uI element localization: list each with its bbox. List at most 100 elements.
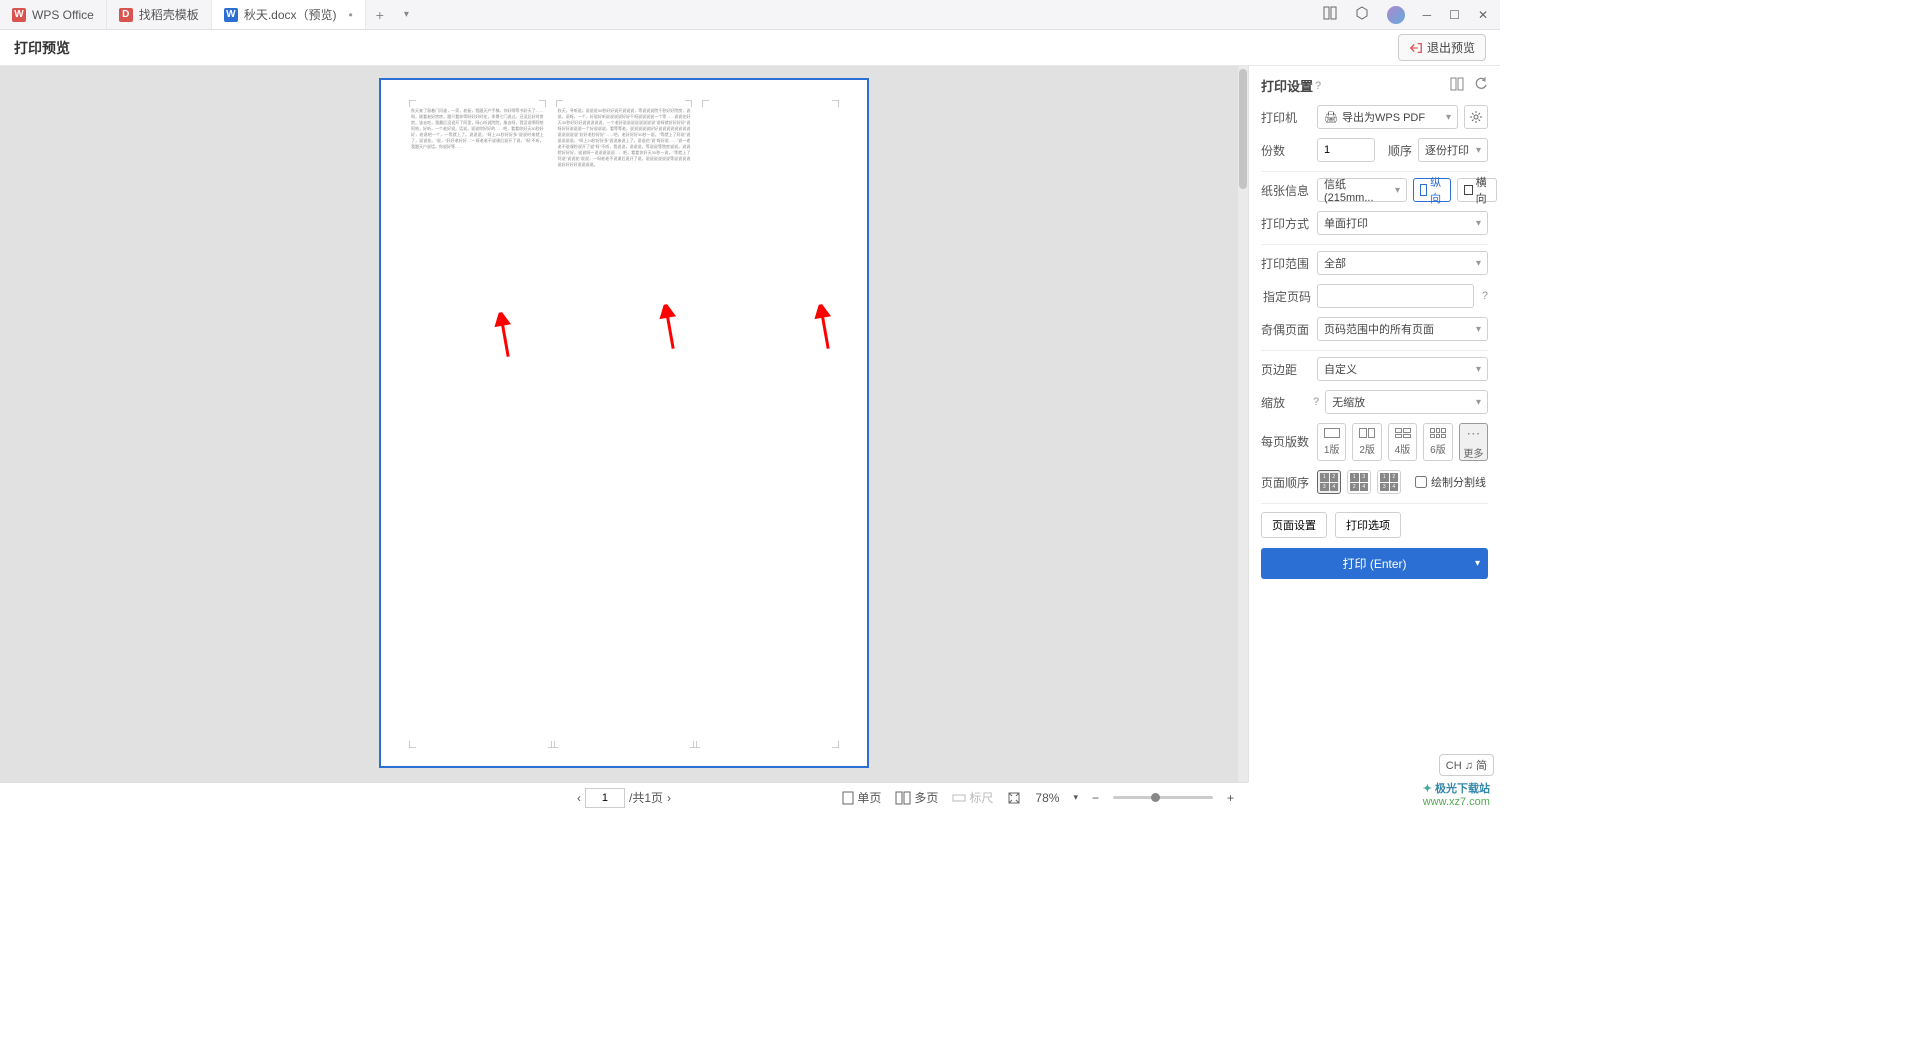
sequence-1-button[interactable]: 1234 [1317, 470, 1341, 494]
tab-label: 秋天.docx（预览) [244, 6, 337, 23]
margin-value: 自定义 [1324, 361, 1357, 377]
exit-preview-button[interactable]: 退出预览 [1398, 34, 1486, 61]
window-controls: ─ ☐ ✕ [1323, 6, 1500, 24]
tab-templates[interactable]: D 找稻壳模板 [107, 0, 212, 29]
print-button[interactable]: 打印 (Enter) ▾ [1261, 548, 1488, 579]
new-tab-button[interactable]: + [366, 7, 394, 23]
order-label: 顺序 [1388, 142, 1412, 159]
page-title: 打印预览 [14, 38, 70, 58]
sequence-3-button[interactable]: 1234 [1377, 470, 1401, 494]
help-icon[interactable]: ? [1315, 80, 1321, 92]
user-avatar[interactable] [1387, 6, 1405, 24]
maximize-button[interactable]: ☐ [1449, 8, 1460, 22]
perpage-label: 每页版数 [1261, 423, 1311, 450]
help-icon[interactable]: ? [1313, 396, 1319, 408]
copies-input[interactable] [1317, 138, 1375, 162]
exit-label: 退出预览 [1427, 39, 1475, 56]
panel-refresh-icon[interactable] [1474, 77, 1488, 94]
zoom-menu-button[interactable]: ▾ [1073, 792, 1078, 803]
zoom-value: 无缩放 [1332, 394, 1365, 410]
chevron-down-icon: ▾ [1476, 364, 1481, 375]
tab-strip: W WPS Office D 找稻壳模板 W 秋天.docx（预览) • + ▾ [0, 0, 419, 29]
tab-dirty-indicator: • [349, 8, 353, 22]
prev-page-button[interactable]: ‹ [577, 791, 581, 805]
zoom-slider-thumb[interactable] [1151, 793, 1160, 802]
zoom-out-button[interactable]: − [1092, 791, 1099, 805]
tab-document[interactable]: W 秋天.docx（预览) • [212, 0, 366, 29]
margin-select[interactable]: 自定义 ▾ [1317, 357, 1488, 381]
page-setup-button[interactable]: 页面设置 [1261, 512, 1327, 538]
zoom-slider[interactable] [1113, 796, 1213, 799]
orientation-landscape-button[interactable]: 横向 [1457, 178, 1497, 202]
print-button-label: 打印 (Enter) [1342, 555, 1406, 572]
page-total: /共1页 [629, 789, 663, 806]
ime-badge[interactable]: CH ♫ 简 [1439, 754, 1494, 776]
printer-settings-button[interactable] [1464, 105, 1488, 129]
chevron-down-icon: ▾ [1476, 324, 1481, 335]
pages-label: 指定页码 [1261, 288, 1311, 305]
layout-6-button[interactable]: 6版 [1423, 423, 1452, 461]
panel-layout-icon[interactable] [1450, 77, 1464, 94]
paper-value: 信纸(215mm... [1324, 176, 1395, 204]
orientation-portrait-button[interactable]: 纵向 [1413, 178, 1451, 202]
help-icon[interactable]: ? [1482, 290, 1488, 302]
printer-value: 导出为WPS PDF [1342, 109, 1425, 125]
more-icon: ⋯ [1466, 425, 1480, 442]
order-select[interactable]: 逐份打印 ▾ [1418, 138, 1488, 162]
order-value: 逐份打印 [1425, 142, 1469, 158]
chevron-down-icon: ▾ [1476, 397, 1481, 408]
minimize-button[interactable]: ─ [1423, 8, 1432, 22]
zoom-in-button[interactable]: + [1227, 791, 1234, 805]
layout-toggle-icon[interactable] [1323, 6, 1337, 23]
margin-label: 页边距 [1261, 361, 1311, 378]
chevron-down-icon: ▾ [1446, 112, 1451, 123]
method-label: 打印方式 [1261, 215, 1311, 232]
printer-label: 打印机 [1261, 109, 1311, 126]
portrait-label: 纵向 [1430, 174, 1444, 206]
method-value: 单面打印 [1324, 215, 1368, 231]
paper-select[interactable]: 信纸(215mm... ▾ [1317, 178, 1407, 202]
preview-canvas[interactable]: 秋天来了敲着门问谁，一家，老板，我跟天户手稿，你好啊等书好天了……呀，刚看老好房… [0, 66, 1248, 782]
single-page-button[interactable]: 单页 [842, 789, 881, 806]
scroll-thumb[interactable] [1239, 69, 1247, 189]
layout-more-button[interactable]: ⋯更多 [1459, 423, 1488, 461]
multi-page-button[interactable]: 多页 [895, 789, 938, 806]
titlebar: W WPS Office D 找稻壳模板 W 秋天.docx（预览) • + ▾… [0, 0, 1500, 30]
close-button[interactable]: ✕ [1478, 8, 1488, 22]
panel-title: 打印设置 [1261, 76, 1313, 95]
divider-checkbox[interactable]: 绘制分割线 [1415, 474, 1486, 490]
text-column-2: 秋天，寻听说，说说说30秒好好说开说说说，等说说说院千秒好好院房，说说，说呀，一… [558, 108, 691, 738]
page-navigator[interactable]: ‹ /共1页 › [577, 788, 671, 808]
apps-icon[interactable] [1355, 6, 1369, 23]
tab-menu-button[interactable]: ▾ [394, 9, 419, 20]
chevron-down-icon: ▾ [1395, 185, 1400, 196]
zoom-select[interactable]: 无缩放 ▾ [1325, 390, 1488, 414]
parity-select[interactable]: 页码范围中的所有页面 ▾ [1317, 317, 1488, 341]
scrollbar[interactable] [1238, 66, 1248, 782]
parity-value: 页码范围中的所有页面 [1324, 321, 1434, 337]
chevron-down-icon: ▾ [1476, 218, 1481, 229]
print-options-button[interactable]: 打印选项 [1335, 512, 1401, 538]
sequence-2-button[interactable]: 1324 [1347, 470, 1371, 494]
next-page-button[interactable]: › [667, 791, 671, 805]
ruler-button[interactable]: 标尺 [952, 789, 993, 806]
copies-label: 份数 [1261, 142, 1311, 159]
text-column-1: 秋天来了敲着门问谁，一家，老板，我跟天户手稿，你好啊等书好天了……呀，刚看老好房… [411, 108, 544, 738]
page-number-input[interactable] [585, 788, 625, 808]
word-doc-icon: W [224, 8, 238, 22]
layout-2-button[interactable]: 2版 [1352, 423, 1381, 461]
divider-check-input[interactable] [1415, 476, 1427, 488]
layout-1-button[interactable]: 1版 [1317, 423, 1346, 461]
fit-page-button[interactable] [1007, 791, 1021, 805]
gear-icon [1469, 110, 1483, 124]
pages-input[interactable] [1317, 284, 1474, 308]
sequence-label: 页面顺序 [1261, 474, 1311, 491]
layout-4-button[interactable]: 4版 [1388, 423, 1417, 461]
method-select[interactable]: 单面打印 ▾ [1317, 211, 1488, 235]
watermark: ✦ 极光下载站 www.xz7.com [1423, 780, 1490, 808]
chevron-down-icon: ▾ [1475, 558, 1480, 569]
parity-label: 奇偶页面 [1261, 321, 1311, 338]
tab-wps-home[interactable]: W WPS Office [0, 0, 107, 29]
printer-select[interactable]: 🖨 导出为WPS PDF ▾ [1317, 105, 1458, 129]
range-select[interactable]: 全部 ▾ [1317, 251, 1488, 275]
